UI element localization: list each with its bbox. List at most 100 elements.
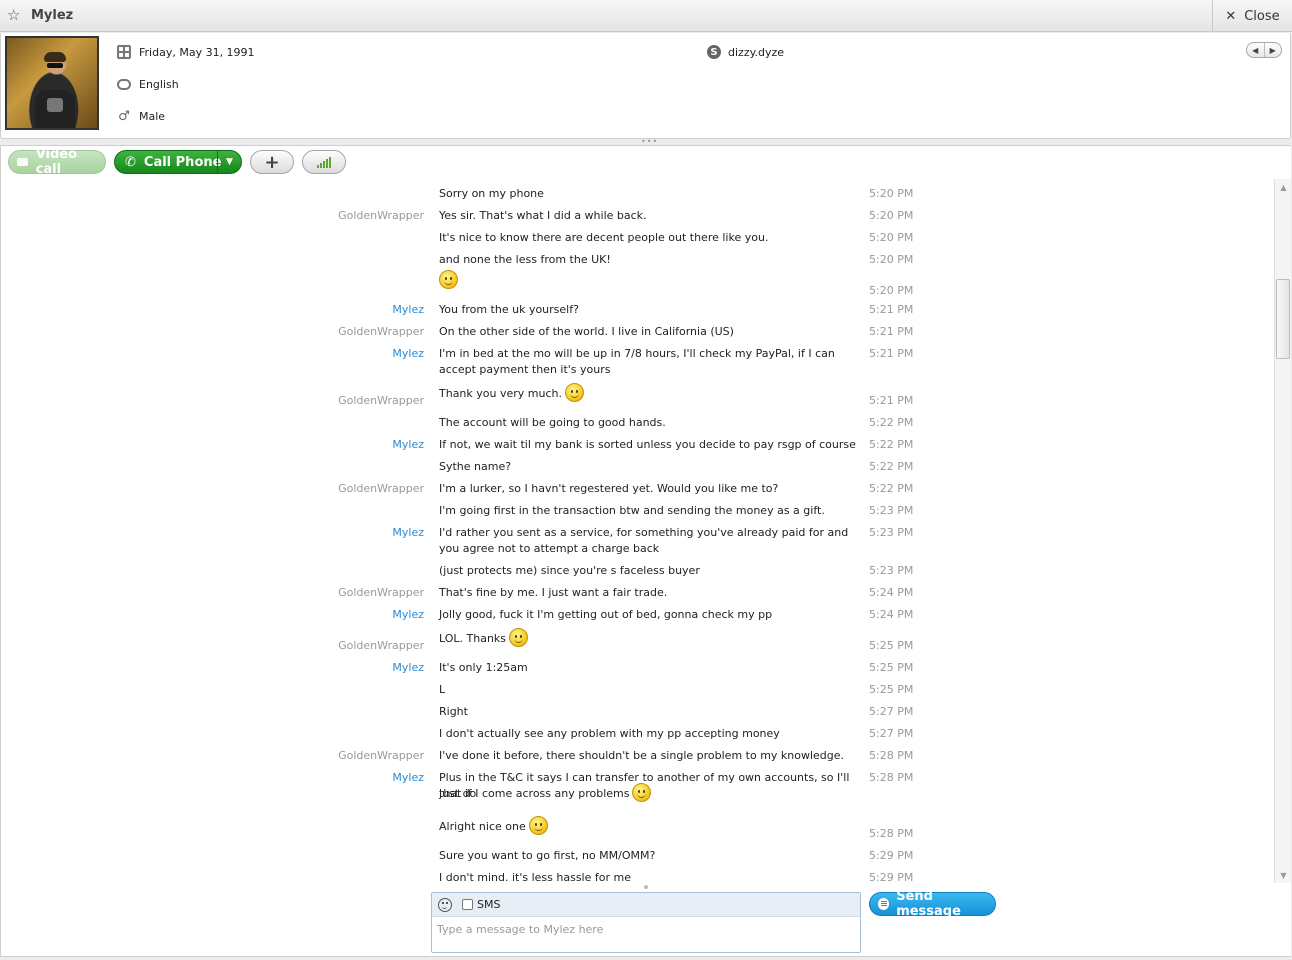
message-body: LOL. Thanks	[439, 632, 507, 645]
scroll-up-icon[interactable]: ▲	[1275, 179, 1292, 195]
message-body: I'm a lurker, so I havn't regestered yet…	[439, 482, 779, 495]
message-sender[interactable]: Mylez	[392, 346, 424, 362]
close-icon: ✕	[1225, 8, 1237, 24]
message-text: I'm a lurker, so I havn't regestered yet…	[439, 481, 857, 497]
message-sender[interactable]: Mylez	[392, 660, 424, 676]
message-body: If not, we wait til my bank is sorted un…	[439, 438, 856, 451]
avatar[interactable]	[5, 36, 99, 130]
plus-icon: +	[264, 151, 280, 173]
message-timestamp: 5:25 PM	[869, 661, 914, 674]
message-sender[interactable]: GoldenWrapper	[338, 638, 424, 654]
emoticon-icon[interactable]	[438, 897, 452, 912]
message-sender[interactable]: Mylez	[392, 607, 424, 623]
message-body: Sure you want to go first, no MM/OMM?	[439, 849, 656, 862]
message-text: Yes sir. That's what I did a while back.	[439, 208, 857, 224]
message-text: Right	[439, 704, 857, 720]
video-call-button[interactable]: Video call	[8, 147, 106, 177]
message-body: On the other side of the world. I live i…	[439, 325, 734, 338]
composer-resize-handle[interactable]	[644, 885, 648, 889]
sms-toggle[interactable]: SMS	[462, 898, 500, 911]
message-text: Jolly good, fuck it I'm getting out of b…	[439, 607, 857, 623]
message-timestamp: 5:20 PM	[869, 253, 914, 266]
message-sender[interactable]: GoldenWrapper	[338, 748, 424, 764]
sms-checkbox[interactable]	[462, 899, 473, 910]
message-sender[interactable]: Mylez	[392, 302, 424, 318]
message-timestamp: 5:22 PM	[869, 438, 914, 451]
message-text: You from the uk yourself?	[439, 302, 857, 318]
chat-history[interactable]: Sorry on my phone 5:20 PM GoldenWrapper Yes…	[0, 179, 1274, 883]
chat-scrollbar[interactable]: ▲ ▼	[1274, 179, 1291, 883]
message-timestamp: 5:23 PM	[869, 526, 914, 539]
message-body: Sorry on my phone	[439, 187, 544, 200]
message-text: I don't actually see any problem with my…	[439, 726, 857, 742]
send-message-button[interactable]: Send message	[869, 889, 996, 919]
message-timestamp: 5:20 PM	[869, 209, 914, 222]
message-text: If not, we wait til my bank is sorted un…	[439, 437, 857, 453]
message-timestamp: 5:24 PM	[869, 586, 914, 599]
speech-bubble-icon	[116, 76, 132, 92]
scroll-thumb[interactable]	[1276, 279, 1290, 359]
chevron-down-icon[interactable]: ▼	[217, 151, 241, 173]
message-timestamp: 5:27 PM	[869, 727, 914, 740]
message-sender[interactable]: GoldenWrapper	[338, 585, 424, 601]
close-label: Close	[1244, 8, 1280, 24]
message-text: Alright nice one	[439, 816, 857, 835]
phone-icon: ✆	[125, 154, 136, 170]
message-text: Thank you very much.	[439, 383, 857, 402]
resize-grip[interactable]: •••	[641, 138, 657, 146]
message-sender[interactable]: GoldenWrapper	[338, 208, 424, 224]
scroll-down-icon[interactable]: ▼	[1275, 867, 1292, 883]
message-text: that if I come across any problems	[439, 783, 857, 802]
message-input[interactable]	[437, 921, 847, 937]
message-sender[interactable]: GoldenWrapper	[338, 393, 424, 409]
message-sender[interactable]: GoldenWrapper	[338, 324, 424, 340]
message-text: and none the less from the UK!	[439, 252, 857, 268]
message-sender[interactable]: Mylez	[392, 437, 424, 453]
message-timestamp: 5:20 PM	[869, 231, 914, 244]
smiley-emoticon-icon	[528, 816, 548, 835]
message-text: I don't mind. it's less hassle for me	[439, 870, 857, 883]
next-arrow-icon[interactable]: ▶	[1265, 43, 1282, 57]
message-sender[interactable]: GoldenWrapper	[338, 481, 424, 497]
message-timestamp: 5:20 PM	[869, 284, 914, 297]
message-sender[interactable]: Mylez	[392, 525, 424, 541]
language-text: English	[139, 77, 179, 91]
composer-area: SMS Send message	[0, 883, 1291, 957]
chat-bubble-icon	[878, 898, 890, 910]
message-timestamp: 5:21 PM	[869, 303, 914, 316]
message-body: You from the uk yourself?	[439, 303, 579, 316]
message-timestamp: 5:28 PM	[869, 827, 914, 840]
message-text: That's fine by me. I just want a fair tr…	[439, 585, 857, 601]
message-timestamp: 5:20 PM	[869, 187, 914, 200]
language-row: English	[116, 75, 179, 93]
previous-arrow-icon[interactable]: ◀	[1247, 43, 1265, 57]
message-composer: SMS	[431, 892, 861, 953]
video-call-label: Video call	[35, 147, 78, 177]
message-body: That's fine by me. I just want a fair tr…	[439, 586, 668, 599]
message-body: L	[439, 683, 446, 696]
message-timestamp: 5:23 PM	[869, 504, 914, 517]
message-text: L	[439, 682, 857, 698]
message-body: I'm in bed at the mo will be up in 7/8 h…	[439, 347, 835, 376]
message-text: (just protects me) since you're s facele…	[439, 563, 857, 579]
signal-bars-icon	[317, 156, 331, 168]
message-timestamp: 5:24 PM	[869, 608, 914, 621]
title-bar: ☆ Mylez ✕ Close	[0, 0, 1292, 32]
favorite-star-icon[interactable]: ☆	[7, 7, 20, 23]
gender-row: ♂ Male	[116, 107, 165, 125]
message-sender[interactable]: Mylez	[392, 770, 424, 786]
message-timestamp: 5:27 PM	[869, 705, 914, 718]
message-body: Alright nice one	[439, 820, 526, 833]
message-timestamp: 5:28 PM	[869, 749, 914, 762]
call-toolbar: Video call ✆ Call Phone ▼ +	[0, 145, 1291, 179]
call-quality-button[interactable]	[302, 150, 346, 174]
message-body: The account will be going to good hands.	[439, 416, 666, 429]
message-body: and none the less from the UK!	[439, 253, 611, 266]
message-text: I'm in bed at the mo will be up in 7/8 h…	[439, 346, 857, 378]
call-phone-button[interactable]: ✆ Call Phone ▼	[114, 150, 242, 174]
message-timestamp: 5:25 PM	[869, 639, 914, 652]
close-button[interactable]: ✕ Close	[1212, 0, 1292, 32]
message-body: that if I come across any problems	[439, 787, 630, 800]
message-body: Yes sir. That's what I did a while back.	[439, 209, 647, 222]
add-button[interactable]: +	[250, 150, 294, 174]
